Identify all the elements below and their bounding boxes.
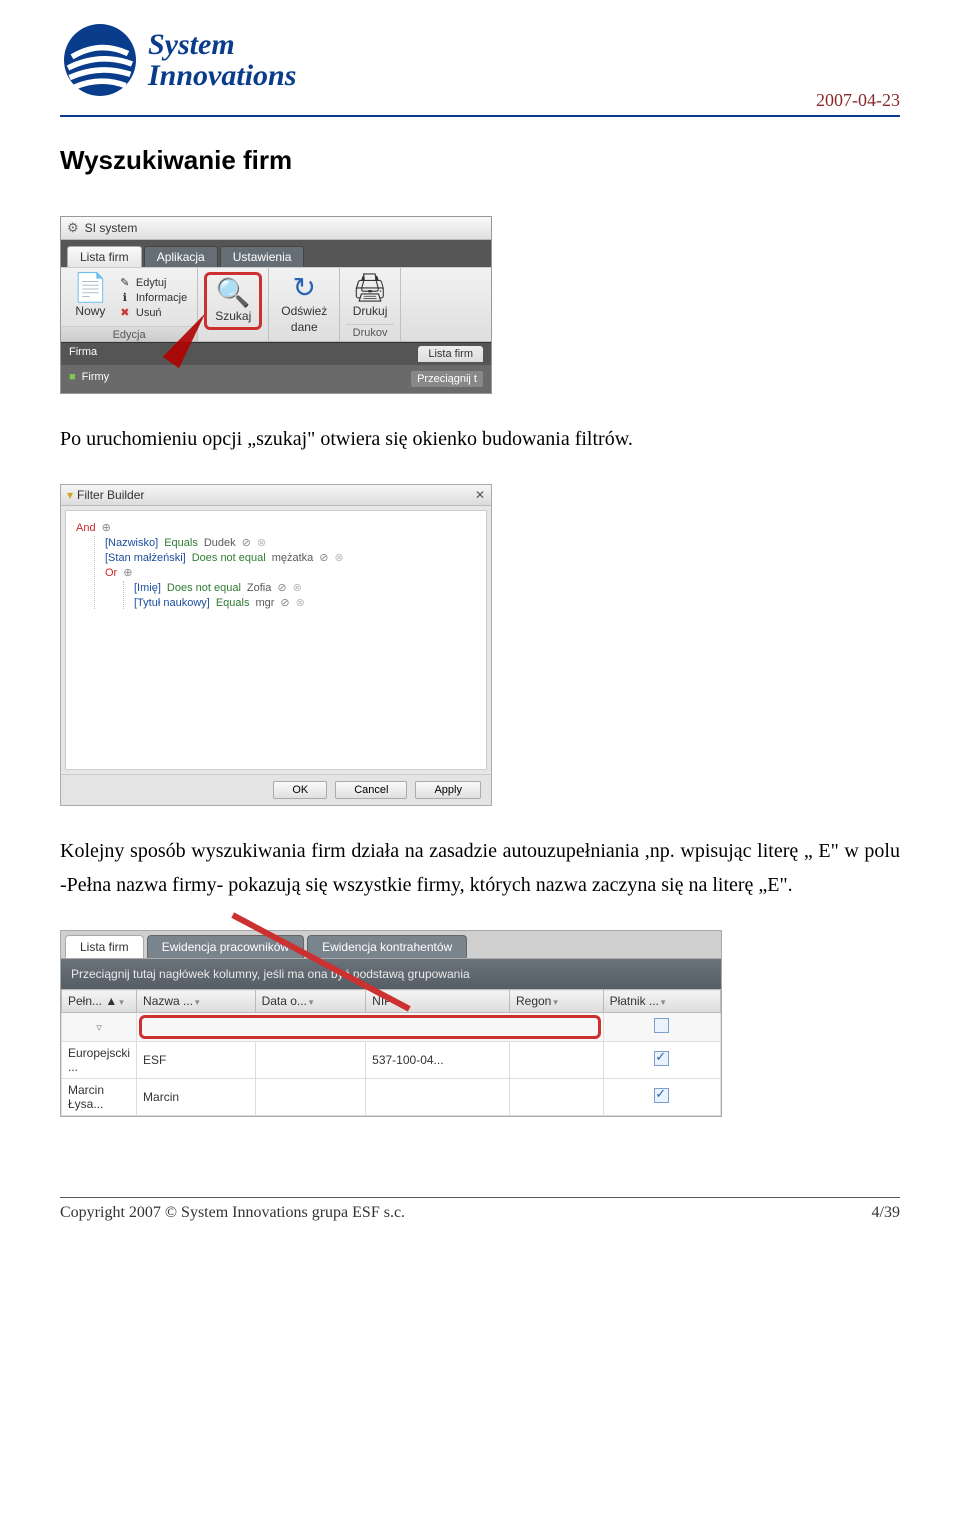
table-row[interactable]: Marcin Łysa... Marcin <box>62 1079 721 1116</box>
table-row[interactable]: Europejscki ... ESF 537-100-04... <box>62 1042 721 1079</box>
print-icon: 🖨 <box>352 274 388 302</box>
screenshot-grid: Lista firm Ewidencja pracowników Ewidenc… <box>60 930 722 1117</box>
edytuj-button[interactable]: ✎Edytuj <box>118 276 167 289</box>
col-platnik[interactable]: Płatnik ...▾ <box>603 990 720 1013</box>
search-icon: 🔍 <box>216 279 251 307</box>
edit-icon: ✎ <box>118 276 132 289</box>
filter-checkbox[interactable] <box>654 1018 669 1033</box>
col-data[interactable]: Data o...▾ <box>255 990 366 1013</box>
ribbon: 📄 Nowy ✎Edytuj ℹInformacje ✖Usuń Edycja … <box>61 267 491 342</box>
page-number: 4/39 <box>872 1204 900 1222</box>
filter-root-and[interactable]: And <box>76 522 96 534</box>
info-icon: ℹ <box>118 291 132 304</box>
filter-icon: ▾ <box>67 488 73 502</box>
ok-button[interactable]: OK <box>273 781 327 799</box>
sidebar-item-firmy[interactable]: Firmy <box>82 371 405 387</box>
sidebar-header-firma: Firma <box>69 346 97 362</box>
tab-ustawienia[interactable]: Ustawienia <box>220 246 305 267</box>
group-by-bar[interactable]: Przeciągnij tutaj nagłówek kolumny, jeśl… <box>61 958 721 989</box>
platnik-checkbox[interactable] <box>654 1088 669 1103</box>
page-footer: Copyright 2007 © System Innovations grup… <box>60 1197 900 1222</box>
apply-button[interactable]: Apply <box>415 781 481 799</box>
tab-lista-firm-grid[interactable]: Lista firm <box>65 935 144 958</box>
paragraph-1: Po uruchomieniu opcji „szukaj" otwiera s… <box>60 422 900 456</box>
filter-or[interactable]: Or <box>105 567 117 579</box>
filter-rule-2[interactable]: [Stan małżeński] Does not equal mężatka … <box>105 551 476 564</box>
screenshot-toolbar: ⚙ SI system Lista firm Aplikacja Ustawie… <box>60 216 492 394</box>
tree-icon: ■ <box>69 371 76 387</box>
close-icon[interactable]: ✕ <box>475 488 485 502</box>
cancel-button[interactable]: Cancel <box>335 781 407 799</box>
filter-rule-4[interactable]: [Tytuł naukowy] Equals mgr ⊘⊗ <box>134 596 476 609</box>
szukaj-highlight: 🔍 Szukaj <box>204 272 262 330</box>
drukuj-button[interactable]: 🖨 Drukuj <box>346 272 394 320</box>
delete-icon: ✖ <box>118 306 132 319</box>
filter-input-highlight[interactable] <box>139 1015 601 1039</box>
tab-lista-firm[interactable]: Lista firm <box>67 246 142 267</box>
subtab-lista-firm[interactable]: Lista firm <box>418 346 483 362</box>
tab-ewidencja-kontrahentow[interactable]: Ewidencja kontrahentów <box>307 935 467 958</box>
funnel-icon: ▿ <box>96 1022 102 1034</box>
new-file-icon: 📄 <box>73 274 108 302</box>
logo-text: System Innovations <box>148 29 296 92</box>
copyright: Copyright 2007 © System Innovations grup… <box>60 1204 405 1222</box>
filter-row[interactable]: ▿ <box>62 1013 721 1042</box>
tab-aplikacja[interactable]: Aplikacja <box>144 246 218 267</box>
document-header: System Innovations 2007-04-23 <box>60 20 900 117</box>
window-titlebar: ⚙ SI system <box>61 217 491 240</box>
odswiez-button[interactable]: ↻ Odśwież dane <box>275 272 333 336</box>
window-title: SI system <box>85 221 138 235</box>
col-nazwa[interactable]: Nazwa ...▾ <box>137 990 256 1013</box>
group-label-drukow: Drukov <box>346 324 394 339</box>
col-pelna[interactable]: Pełn... ▲▾ <box>62 990 137 1013</box>
refresh-icon: ↻ <box>293 274 316 302</box>
informacje-button[interactable]: ℹInformacje <box>118 291 187 304</box>
add-condition-icon[interactable]: ⊕ <box>102 521 111 534</box>
paragraph-2: Kolejny sposób wyszukiwania firm działa … <box>60 834 900 902</box>
section-title: Wyszukiwanie firm <box>60 145 900 176</box>
filter-builder-title: Filter Builder <box>77 488 144 502</box>
filter-rule-1[interactable]: [Nazwisko] Equals Dudek ⊘⊗ <box>105 536 476 549</box>
col-regon[interactable]: Regon▾ <box>509 990 603 1013</box>
platnik-checkbox[interactable] <box>654 1051 669 1066</box>
logo: System Innovations <box>60 20 296 100</box>
szukaj-button[interactable]: 🔍 Szukaj <box>209 277 257 325</box>
logo-globe-icon <box>60 20 140 100</box>
drag-hint: Przeciągnij t <box>411 371 483 387</box>
gear-icon: ⚙ <box>67 220 79 236</box>
screenshot-filter-builder: ▾ Filter Builder ✕ And ⊕ [Nazwisko] Equal… <box>60 484 492 806</box>
data-grid: Pełn... ▲▾ Nazwa ...▾ Data o...▾ NIP▾ Re… <box>61 989 721 1116</box>
usun-button[interactable]: ✖Usuń <box>118 306 162 319</box>
filter-rule-3[interactable]: [Imię] Does not equal Zofia ⊘⊗ <box>134 581 476 594</box>
document-date: 2007-04-23 <box>816 90 900 111</box>
main-tabs: Lista firm Aplikacja Ustawienia <box>61 240 491 267</box>
